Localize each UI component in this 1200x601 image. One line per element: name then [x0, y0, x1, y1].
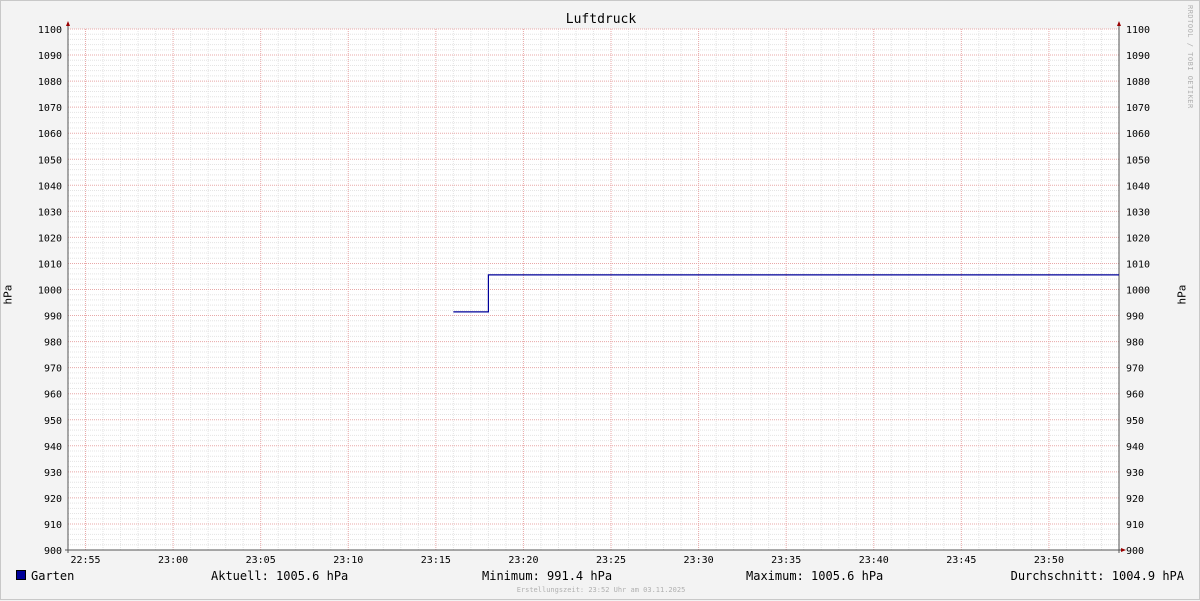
y-tick-label-right: 1030 — [1126, 207, 1150, 218]
y-tick-label-left: 940 — [44, 442, 62, 453]
y-tick-label-left: 900 — [44, 546, 62, 557]
y-tick-label-left: 970 — [44, 364, 62, 375]
y-tick-label-left: 1040 — [38, 181, 62, 192]
legend: Garten Aktuell: 1005.6 hPa Minimum: 991.… — [1, 567, 1200, 585]
y-tick-label-left: 910 — [44, 520, 62, 531]
y-tick-label-right: 1050 — [1126, 155, 1150, 166]
y-tick-label-left: 1030 — [38, 207, 62, 218]
x-tick-label: 23:30 — [684, 555, 714, 566]
x-tick-label: 23:15 — [421, 555, 451, 566]
y-tick-label-left: 950 — [44, 416, 62, 427]
y-tick-label-right: 1080 — [1126, 77, 1150, 88]
y-axis-label-left: hPa — [1, 284, 15, 305]
y-tick-label-right: 1060 — [1126, 129, 1150, 140]
x-tick-label: 22:55 — [70, 555, 100, 566]
x-tick-label: 23:35 — [771, 555, 801, 566]
creation-time-footer: Erstellungszeit: 23:52 Uhr am 03.11.2025 — [516, 586, 686, 594]
y-tick-label-right: 1090 — [1126, 51, 1150, 62]
chart-title: Luftdruck — [565, 12, 637, 27]
y-tick-label-right: 960 — [1126, 390, 1144, 401]
y-tick-label-left: 920 — [44, 494, 62, 505]
x-tick-label: 23:20 — [508, 555, 538, 566]
y-tick-label-right: 950 — [1126, 416, 1144, 427]
y-tick-label-right: 970 — [1126, 364, 1144, 375]
y-tick-label-left: 1020 — [38, 233, 62, 244]
y-tick-label-right: 980 — [1126, 338, 1144, 349]
rrdtool-watermark: RRDTOOL / TOBI OETIKER — [1186, 5, 1194, 109]
stat-maximum: Maximum: 1005.6 hPa — [746, 569, 884, 583]
y-tick-label-left: 1050 — [38, 155, 62, 166]
y-tick-label-right: 910 — [1126, 520, 1144, 531]
y-tick-label-left: 1090 — [38, 51, 62, 62]
y-tick-label-left: 1060 — [38, 129, 62, 140]
x-tick-label: 23:45 — [946, 555, 976, 566]
x-tick-label: 23:05 — [246, 555, 276, 566]
stat-minimum: Minimum: 991.4 hPa — [482, 569, 613, 583]
legend-swatch-garten — [16, 570, 26, 580]
y-tick-label-right: 1010 — [1126, 259, 1150, 270]
legend-series-name: Garten — [31, 569, 75, 583]
y-tick-label-right: 900 — [1126, 546, 1144, 557]
stat-current: Aktuell: 1005.6 hPa — [211, 569, 349, 583]
stat-average: Durchschnitt: 1004.9 hPA — [1010, 569, 1184, 583]
y-tick-label-left: 1070 — [38, 103, 62, 114]
y-tick-label-right: 920 — [1126, 494, 1144, 505]
y-tick-label-left: 990 — [44, 312, 62, 323]
x-tick-label: 23:10 — [333, 555, 363, 566]
y-tick-label-left: 1010 — [38, 259, 62, 270]
x-tick-label: 23:00 — [158, 555, 188, 566]
y-tick-label-right: 1070 — [1126, 103, 1150, 114]
y-tick-label-left: 1080 — [38, 77, 62, 88]
chart-plot: 900 900 910 910 920 920 930 930 940 940 950 950 960 9… — [38, 21, 1150, 566]
y-tick-label-left: 980 — [44, 338, 62, 349]
y-tick-label-right: 940 — [1126, 442, 1144, 453]
x-tick-label: 23:50 — [1034, 555, 1064, 566]
y-tick-label-right: 930 — [1126, 468, 1144, 479]
chart-frame: 900 900 910 910 920 920 930 930 940 940 950 950 960 9… — [0, 0, 1200, 600]
y-tick-label-left: 1000 — [38, 286, 62, 297]
y-tick-label-right: 990 — [1126, 312, 1144, 323]
y-tick-label-left: 960 — [44, 390, 62, 401]
y-tick-label-left: 930 — [44, 468, 62, 479]
y-axis-label-right: hPa — [1175, 284, 1189, 305]
x-tick-label: 23:25 — [596, 555, 626, 566]
x-tick-label: 23:40 — [859, 555, 889, 566]
y-tick-label-right: 1040 — [1126, 181, 1150, 192]
y-tick-label-right: 1000 — [1126, 286, 1150, 297]
y-tick-label-right: 1020 — [1126, 233, 1150, 244]
